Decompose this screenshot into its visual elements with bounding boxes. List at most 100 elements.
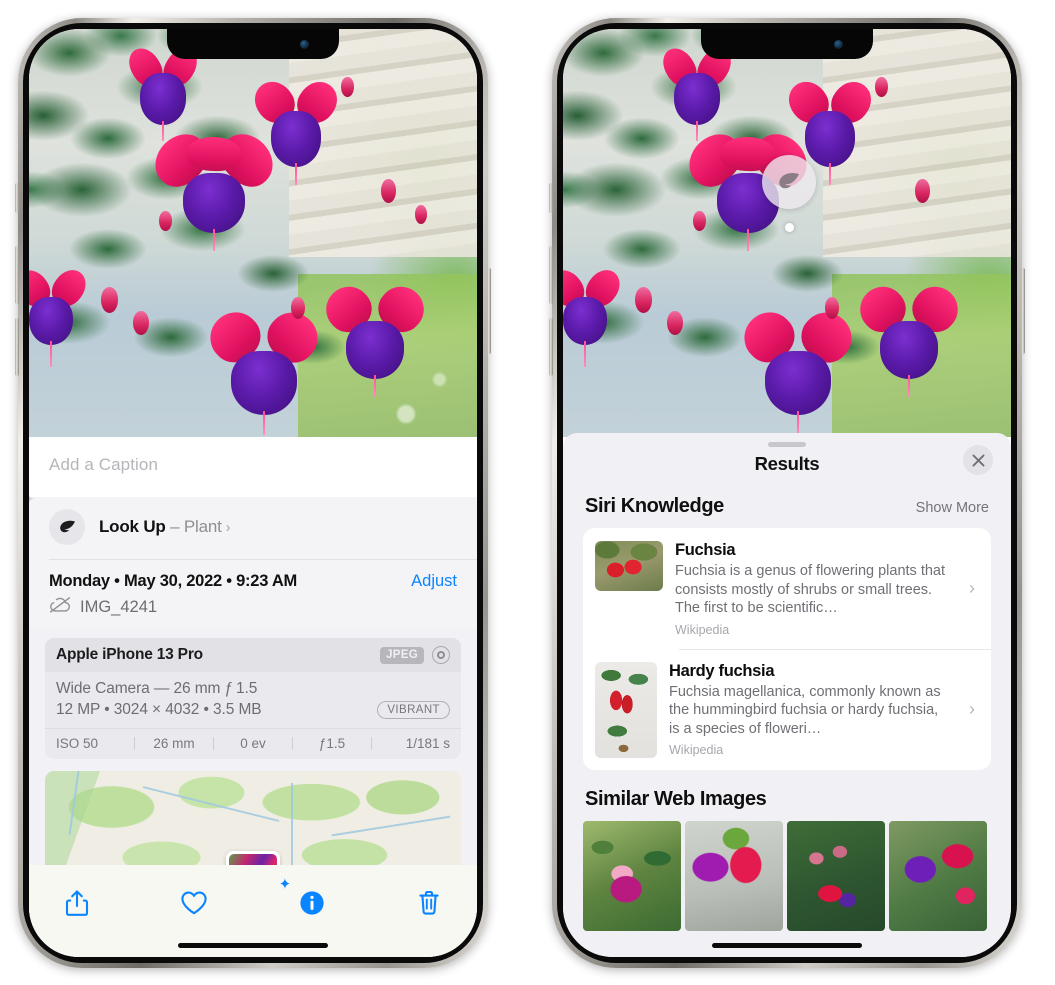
photo-viewer[interactable] bbox=[563, 29, 1011, 437]
close-button[interactable] bbox=[963, 445, 993, 475]
flower-bud bbox=[635, 287, 652, 313]
exif-exposure: 0 ev bbox=[240, 736, 266, 751]
delete-button[interactable] bbox=[407, 883, 451, 923]
sparkle-icon: ✦ bbox=[278, 876, 292, 893]
volume-down-button[interactable] bbox=[15, 318, 19, 376]
fuchsia-flower bbox=[563, 263, 627, 369]
share-button[interactable] bbox=[55, 883, 99, 923]
caption-input[interactable]: Add a Caption bbox=[29, 437, 477, 497]
flower-bud bbox=[825, 297, 839, 319]
knowledge-description: Fuchsia is a genus of flowering plants t… bbox=[675, 563, 946, 617]
exif-focal: 26 mm bbox=[153, 736, 195, 751]
photo-metadata: Monday • May 30, 2022 • 9:23 AM Adjust I… bbox=[29, 560, 477, 628]
home-indicator[interactable] bbox=[712, 943, 862, 948]
info-button[interactable]: ✦ bbox=[279, 876, 334, 923]
section-title: Similar Web Images bbox=[585, 787, 767, 810]
map-road bbox=[331, 815, 451, 837]
volume-up-button[interactable] bbox=[549, 246, 553, 304]
image-size-info: 12 MP • 3024 × 4032 • 3.5 MB bbox=[56, 701, 262, 718]
flower-bud bbox=[915, 179, 930, 203]
knowledge-thumbnail bbox=[595, 541, 663, 591]
photo-info-sheet: Add a Caption ✦ ✦ Look Up – Plant› bbox=[29, 437, 477, 957]
look-up-text: Look Up bbox=[99, 517, 166, 536]
fuchsia-flower bbox=[246, 74, 346, 185]
exif-row: ISO 50 26 mm 0 ev ƒ1.5 1/181 s bbox=[45, 728, 461, 759]
knowledge-thumbnail bbox=[595, 661, 657, 758]
flower-bud bbox=[381, 179, 396, 203]
fuchsia-flower bbox=[317, 277, 433, 399]
map-road bbox=[142, 786, 280, 822]
similar-web-images-header: Similar Web Images bbox=[563, 770, 1011, 811]
left-phone: Add a Caption ✦ ✦ Look Up – Plant› bbox=[15, 18, 491, 968]
flower-bud bbox=[415, 205, 427, 224]
photo-bokeh bbox=[397, 405, 415, 423]
favorite-button[interactable] bbox=[172, 883, 216, 923]
similar-image-tile[interactable] bbox=[583, 820, 681, 931]
exif-aperture: ƒ1.5 bbox=[318, 736, 346, 751]
visual-lookup-anchor-dot bbox=[785, 223, 794, 232]
fuchsia-flower bbox=[851, 277, 967, 399]
knowledge-card-list: Fuchsia Fuchsia is a genus of flowering … bbox=[583, 528, 991, 770]
knowledge-title: Fuchsia bbox=[675, 541, 736, 559]
camera-info-card[interactable]: Apple iPhone 13 Pro JPEG Wide Camera — 2… bbox=[45, 638, 461, 759]
home-indicator[interactable] bbox=[178, 943, 328, 948]
format-badge: JPEG bbox=[380, 646, 424, 664]
fuchsia-flower bbox=[734, 302, 862, 435]
mute-switch[interactable] bbox=[15, 183, 19, 213]
results-sheet: Results Siri Knowledge Show More Fuchsia… bbox=[563, 433, 1011, 957]
fuchsia-flower bbox=[29, 263, 93, 369]
similar-image-tile[interactable] bbox=[685, 820, 783, 931]
list-item[interactable]: Hardy fuchsia Fuchsia magellanica, commo… bbox=[583, 648, 991, 770]
similar-image-tile[interactable] bbox=[889, 820, 987, 931]
list-item[interactable]: Fuchsia Fuchsia is a genus of flowering … bbox=[583, 528, 991, 649]
notch bbox=[701, 29, 873, 59]
volume-down-button[interactable] bbox=[549, 318, 553, 376]
mute-switch[interactable] bbox=[549, 183, 553, 213]
visual-lookup-leaf-badge[interactable] bbox=[762, 155, 816, 209]
flower-bud bbox=[133, 311, 149, 335]
fuchsia-flower bbox=[122, 42, 204, 141]
knowledge-source: Wikipedia bbox=[669, 743, 724, 758]
screenshot-stage: Add a Caption ✦ ✦ Look Up – Plant› bbox=[0, 0, 1055, 985]
leaf-icon bbox=[49, 509, 85, 545]
camera-model: Apple iPhone 13 Pro bbox=[56, 646, 203, 663]
volume-up-button[interactable] bbox=[15, 246, 19, 304]
exif-iso: ISO 50 bbox=[56, 736, 99, 751]
similar-web-images-row[interactable] bbox=[563, 811, 1011, 931]
notch bbox=[167, 29, 339, 59]
adjust-button[interactable]: Adjust bbox=[411, 572, 457, 591]
look-up-row[interactable]: ✦ ✦ Look Up – Plant› bbox=[29, 490, 477, 559]
photo-date: Monday • May 30, 2022 • 9:23 AM bbox=[49, 572, 298, 590]
left-screen: Add a Caption ✦ ✦ Look Up – Plant› bbox=[29, 29, 477, 957]
look-up-dash: – bbox=[165, 517, 184, 536]
flower-bud bbox=[341, 77, 354, 97]
photo-viewer[interactable] bbox=[29, 29, 477, 437]
map-road bbox=[68, 771, 80, 835]
fuchsia-flower bbox=[656, 42, 738, 141]
power-button[interactable] bbox=[1021, 268, 1025, 354]
power-button[interactable] bbox=[487, 268, 491, 354]
photographic-style-badge: VIBRANT bbox=[377, 701, 450, 719]
show-more-button[interactable]: Show More bbox=[916, 500, 989, 516]
look-up-label: Look Up – Plant › bbox=[99, 517, 231, 537]
results-header: Results bbox=[563, 445, 1011, 491]
icloud-slash-icon bbox=[49, 597, 71, 618]
hdr-ring-icon bbox=[432, 646, 450, 664]
section-title: Siri Knowledge bbox=[585, 495, 724, 517]
similar-image-tile[interactable] bbox=[787, 820, 885, 931]
right-phone: Results Siri Knowledge Show More Fuchsia… bbox=[549, 18, 1025, 968]
knowledge-title: Hardy fuchsia bbox=[669, 661, 775, 680]
photo-bokeh bbox=[433, 373, 446, 386]
flower-bud bbox=[101, 287, 118, 313]
exif-shutter: 1/181 s bbox=[405, 736, 450, 751]
right-screen: Results Siri Knowledge Show More Fuchsia… bbox=[563, 29, 1011, 957]
flower-bud bbox=[875, 77, 888, 97]
photo-filename: IMG_4241 bbox=[80, 598, 158, 616]
flower-bud bbox=[159, 211, 172, 231]
chevron-right-icon: › bbox=[969, 578, 975, 599]
chevron-right-icon: › bbox=[225, 519, 231, 536]
knowledge-source: Wikipedia bbox=[675, 622, 730, 637]
front-camera-icon bbox=[300, 40, 309, 49]
fuchsia-flower bbox=[200, 302, 328, 435]
look-up-subject: Plant bbox=[183, 517, 222, 536]
